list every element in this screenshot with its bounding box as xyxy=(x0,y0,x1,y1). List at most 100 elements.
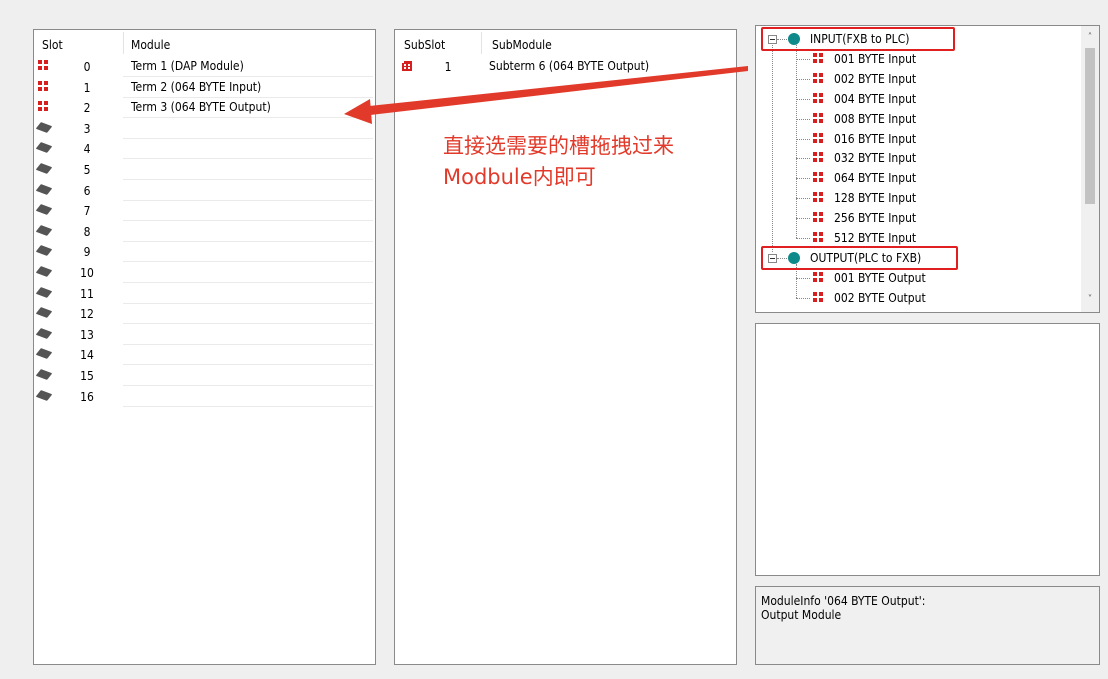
output-group-highlight xyxy=(761,245,958,270)
tree-item-label: 016 BYTE Input xyxy=(834,131,917,146)
slot-row[interactable]: 12 xyxy=(34,304,375,325)
slot-row[interactable]: 4 xyxy=(34,139,375,160)
tree-item-label: 001 BYTE Output xyxy=(834,270,926,285)
module-cell[interactable]: Term 1 (DAP Module) xyxy=(123,57,373,77)
subslot-submodule-panel[interactable]: SubSlot SubModule 1 Subterm 6 (064 BYTE O… xyxy=(394,29,737,665)
module-icon xyxy=(38,101,48,112)
module-cell[interactable] xyxy=(123,160,373,180)
tree-item[interactable]: 064 BYTE Input xyxy=(756,168,1076,188)
module-cell[interactable] xyxy=(123,222,373,242)
tree-scrollbar[interactable]: ˄ ˅ xyxy=(1081,26,1099,312)
module-column-header[interactable]: Module xyxy=(131,38,170,52)
slot-row[interactable]: 9 xyxy=(34,242,375,263)
tree-item[interactable]: 001 BYTE Output xyxy=(756,268,1076,288)
tree-item-label: 512 BYTE Input xyxy=(834,231,917,245)
module-icon xyxy=(813,212,823,223)
slot-column-header[interactable]: Slot xyxy=(42,38,63,52)
module-cell[interactable] xyxy=(123,387,373,407)
module-cell[interactable] xyxy=(123,201,373,222)
slot-number: 4 xyxy=(83,142,91,157)
slot-number: 3 xyxy=(83,121,91,136)
tree-item-label: 128 BYTE Input xyxy=(834,191,917,206)
tree-item-label: 002 BYTE Input xyxy=(834,71,917,86)
tree-item[interactable]: 001 BYTE Input xyxy=(756,49,1076,69)
slot-number: 0 xyxy=(83,60,91,74)
module-catalog-tree[interactable]: INPUT(FXB to PLC) 001 BYTE Input 002 BYTE … xyxy=(755,25,1100,313)
slot-row[interactable]: 8 xyxy=(34,222,375,242)
submodule-column-header[interactable]: SubModule xyxy=(492,38,552,52)
empty-slot-icon xyxy=(35,389,53,401)
module-info-title: ModuleInfo '064 BYTE Output': xyxy=(761,594,926,608)
slot-row[interactable]: 14 xyxy=(34,345,375,366)
scroll-thumb[interactable] xyxy=(1085,48,1095,204)
empty-slot-icon xyxy=(35,327,53,339)
slot-number: 6 xyxy=(83,183,91,198)
module-cell[interactable] xyxy=(123,325,373,345)
tree-item-label: 064 BYTE Input xyxy=(834,171,917,186)
slot-row[interactable]: 0 Term 1 (DAP Module) xyxy=(34,57,375,77)
module-icon xyxy=(813,291,823,302)
empty-slot-icon xyxy=(35,224,53,236)
empty-slot-icon xyxy=(35,183,53,195)
module-cell[interactable]: Term 2 (064 BYTE Input) xyxy=(123,78,373,98)
slot-number: 5 xyxy=(83,163,91,177)
empty-slot-icon xyxy=(35,163,53,174)
module-icon xyxy=(813,232,823,242)
subslot-column-header[interactable]: SubSlot xyxy=(404,38,445,52)
slot-row[interactable]: 15 xyxy=(34,366,375,386)
slot-number: 15 xyxy=(80,369,94,383)
tree-item[interactable]: 128 BYTE Input xyxy=(756,188,1076,208)
module-cell[interactable] xyxy=(123,139,373,160)
slot-module-panel[interactable]: Slot Module 0 Term 1 (DAP Module) 1 Term 2 … xyxy=(33,29,376,665)
submodule-cell[interactable]: Subterm 6 (064 BYTE Output) xyxy=(481,57,731,77)
tree-item-label: 008 BYTE Input xyxy=(834,111,917,126)
module-cell[interactable]: Term 3 (064 BYTE Output) xyxy=(123,98,373,119)
scroll-up-icon[interactable]: ˄ xyxy=(1081,30,1099,46)
slot-number: 16 xyxy=(80,389,94,404)
slot-row[interactable]: 10 xyxy=(34,263,375,283)
slot-number: 1 xyxy=(83,80,91,95)
module-cell[interactable] xyxy=(123,263,373,283)
subslot-table-header: SubSlot SubModule xyxy=(395,30,736,56)
tree-item-label: 004 BYTE Input xyxy=(834,91,917,106)
module-cell[interactable] xyxy=(123,119,373,139)
slot-row[interactable]: 11 xyxy=(34,284,375,304)
module-cell[interactable] xyxy=(123,284,373,304)
module-info-panel: ModuleInfo '064 BYTE Output': Output Mod… xyxy=(755,586,1100,665)
empty-slot-icon xyxy=(35,266,53,277)
module-icon xyxy=(813,152,823,163)
module-icon xyxy=(813,132,823,143)
subslot-row[interactable]: 1 Subterm 6 (064 BYTE Output) xyxy=(395,57,736,77)
tree-item[interactable]: 002 BYTE Input xyxy=(756,69,1076,89)
slot-row[interactable]: 16 xyxy=(34,387,375,407)
module-cell[interactable] xyxy=(123,242,373,263)
tree-item-label: 002 BYTE Output xyxy=(834,290,926,305)
slot-row[interactable]: 13 xyxy=(34,325,375,345)
tree-item[interactable]: 008 BYTE Input xyxy=(756,109,1076,129)
tree-item[interactable]: 004 BYTE Input xyxy=(756,89,1076,109)
slot-row[interactable]: 1 Term 2 (064 BYTE Input) xyxy=(34,78,375,98)
tree-item[interactable]: 032 BYTE Input xyxy=(756,148,1076,168)
tree-item-label: 256 BYTE Input xyxy=(834,211,917,226)
module-cell[interactable] xyxy=(123,304,373,325)
tree-item[interactable]: 016 BYTE Input xyxy=(756,129,1076,149)
tree-item[interactable]: 256 BYTE Input xyxy=(756,208,1076,228)
module-cell[interactable] xyxy=(123,181,373,201)
module-cell[interactable] xyxy=(123,345,373,366)
tree-item[interactable]: 002 BYTE Output xyxy=(756,288,1076,308)
slot-row[interactable]: 2 Term 3 (064 BYTE Output) xyxy=(34,98,375,119)
slot-row[interactable]: 3 xyxy=(34,119,375,139)
slot-row[interactable]: 7 xyxy=(34,201,375,222)
module-icon xyxy=(38,60,48,70)
module-info-text: Output Module xyxy=(761,608,842,622)
slot-number: 9 xyxy=(83,245,91,260)
slot-row[interactable]: 5 xyxy=(34,160,375,180)
slot-number: 2 xyxy=(83,101,91,116)
module-icon xyxy=(38,80,48,91)
annotation-line-2: Modbule内即可 xyxy=(443,165,596,189)
slot-row[interactable]: 6 xyxy=(34,181,375,201)
empty-slot-icon xyxy=(35,307,53,319)
scroll-down-icon[interactable]: ˅ xyxy=(1081,292,1099,308)
empty-slot-icon xyxy=(35,121,53,133)
module-cell[interactable] xyxy=(123,366,373,386)
